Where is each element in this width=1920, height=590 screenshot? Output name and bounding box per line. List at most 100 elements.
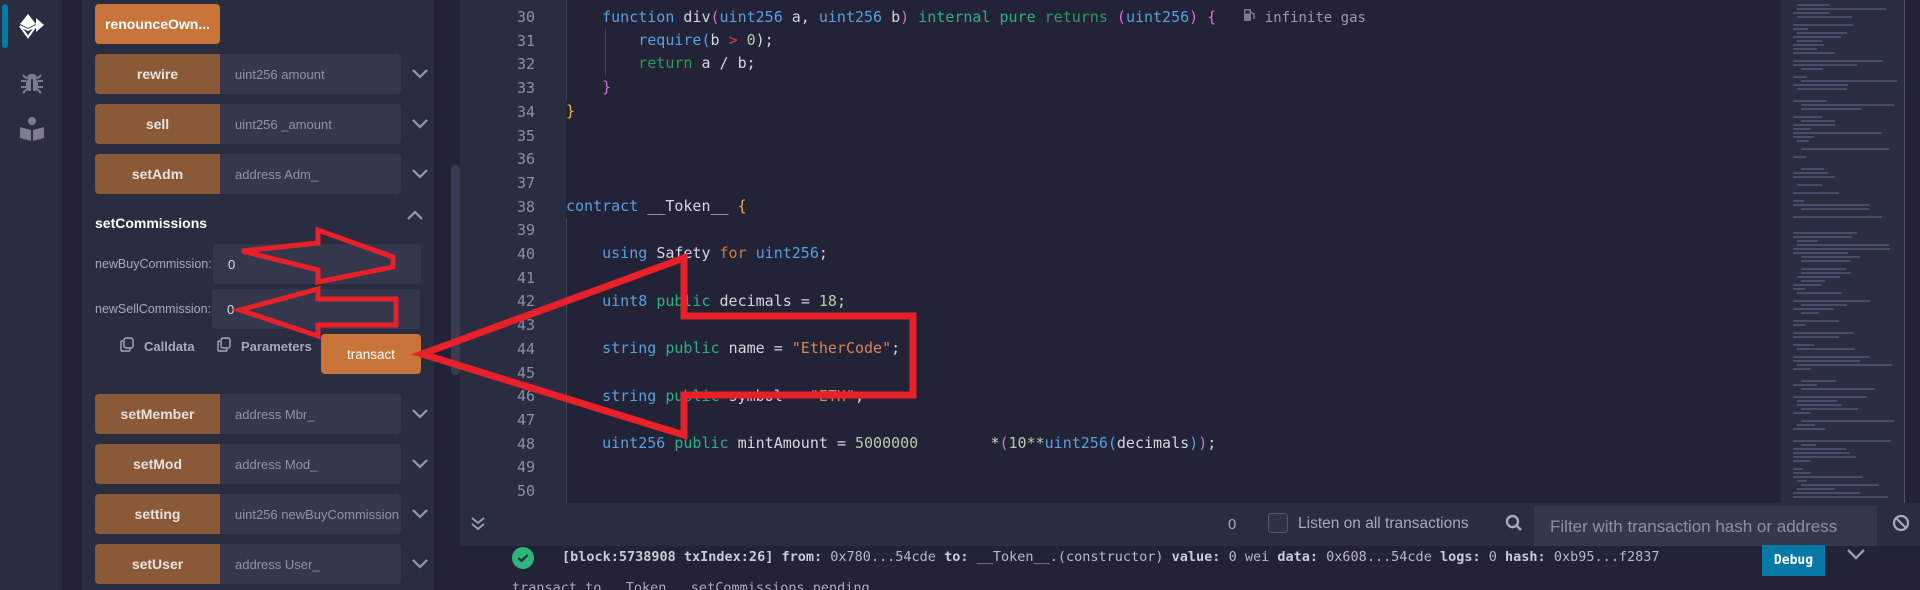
minimap-line bbox=[1793, 236, 1852, 238]
chevron-down-icon[interactable] bbox=[401, 494, 439, 534]
minimap-line bbox=[1793, 132, 1882, 134]
minimap-line bbox=[1797, 292, 1842, 294]
minimap-line bbox=[1793, 84, 1848, 86]
line-number: 46 bbox=[516, 387, 535, 406]
line-number: 36 bbox=[516, 150, 535, 169]
chevron-down-icon[interactable] bbox=[401, 394, 439, 434]
listen-all-label: Listen on all transactions bbox=[1298, 515, 1469, 532]
debug-button[interactable]: Debug bbox=[1762, 545, 1825, 576]
setuser-button[interactable]: setUser bbox=[95, 544, 220, 584]
minimap-line bbox=[1793, 456, 1856, 458]
setadm-input[interactable]: address Adm_ bbox=[220, 154, 401, 194]
minimap-line bbox=[1801, 268, 1847, 270]
minimap-line bbox=[1801, 108, 1861, 110]
setmember-button[interactable]: setMember bbox=[95, 394, 220, 434]
minimap-line bbox=[1793, 12, 1829, 14]
listen-all-checkbox[interactable] bbox=[1268, 513, 1288, 533]
setmod-button[interactable]: setMod bbox=[95, 444, 220, 484]
minimap-line bbox=[1793, 284, 1821, 286]
tx-log-line[interactable]: [block:5738908 txIndex:26] from: 0x780..… bbox=[562, 549, 1659, 565]
search-icon[interactable] bbox=[1505, 514, 1523, 537]
minimap-line bbox=[1797, 240, 1818, 242]
line-number: 37 bbox=[516, 173, 535, 192]
minimap-line bbox=[1793, 440, 1891, 442]
setuser-input[interactable]: address User_ bbox=[220, 544, 401, 584]
minimap-line bbox=[1793, 368, 1811, 370]
minimap-line bbox=[1797, 140, 1810, 142]
function-row-setmember: setMember address Mbr_ bbox=[95, 394, 440, 434]
chevron-down-icon[interactable] bbox=[401, 54, 439, 94]
minimap-line bbox=[1797, 40, 1823, 42]
chevron-down-icon[interactable] bbox=[401, 544, 439, 584]
minimap-line bbox=[1801, 312, 1819, 314]
setting-input[interactable]: uint256 newBuyCommission bbox=[220, 494, 401, 534]
sell-input[interactable]: uint256 _amount bbox=[220, 104, 401, 144]
minimap-line bbox=[1793, 496, 1889, 498]
minimap-line bbox=[1793, 492, 1860, 494]
book-reader-icon[interactable] bbox=[16, 113, 48, 145]
minimap-line bbox=[1793, 320, 1840, 322]
line-number: 45 bbox=[516, 363, 535, 382]
minimap-line bbox=[1793, 60, 1883, 62]
rewire-button[interactable]: rewire bbox=[95, 54, 220, 94]
function-row-setuser: setUser address User_ bbox=[95, 544, 440, 584]
bug-icon[interactable] bbox=[16, 66, 48, 98]
function-row-rewire: rewire uint256 amount bbox=[95, 54, 440, 94]
sell-button[interactable]: sell bbox=[95, 104, 220, 144]
minimap-line bbox=[1793, 176, 1835, 178]
line-number: 32 bbox=[516, 55, 535, 74]
minimap-line bbox=[1793, 384, 1818, 386]
renounceownership-button[interactable]: renounceOwn... bbox=[95, 4, 220, 44]
minimap-line bbox=[1793, 344, 1815, 346]
function-row-renounceownership: renounceOwn... bbox=[95, 4, 440, 44]
collapse-terminal-icon[interactable] bbox=[470, 515, 486, 538]
rewire-input[interactable]: uint256 amount bbox=[220, 54, 401, 94]
minimap-line bbox=[1793, 476, 1864, 478]
setadm-button[interactable]: setAdm bbox=[95, 154, 220, 194]
code-line-48: uint256 public mintAmount = 5000000 *(10… bbox=[602, 434, 1217, 452]
pending-tx-line: transact to __Token__.setCommissions pen… bbox=[512, 580, 903, 590]
minimap-line bbox=[1793, 472, 1811, 474]
minimap-line bbox=[1793, 332, 1853, 334]
chevron-down-icon[interactable] bbox=[401, 154, 439, 194]
minimap-line bbox=[1793, 136, 1815, 138]
minimap-line bbox=[1801, 148, 1890, 150]
minimap-line bbox=[1793, 216, 1883, 218]
minimap-line bbox=[1801, 168, 1825, 170]
chevron-down-icon[interactable] bbox=[401, 444, 439, 484]
setmod-input[interactable]: address Mod_ bbox=[220, 444, 401, 484]
line-number: 44 bbox=[516, 339, 535, 358]
minimap-line bbox=[1793, 76, 1808, 78]
pending-tx-count: 0 bbox=[1228, 516, 1237, 533]
setting-button[interactable]: setting bbox=[95, 494, 220, 534]
ethereum-deploy-icon[interactable] bbox=[16, 10, 48, 42]
copy-parameters-button[interactable]: Parameters bbox=[217, 337, 312, 355]
minimap-line bbox=[1801, 208, 1869, 210]
minimap-line bbox=[1793, 448, 1847, 450]
chevron-up-icon[interactable] bbox=[400, 200, 430, 230]
new-sell-commission-input[interactable]: 0 bbox=[212, 289, 420, 329]
minimap-line bbox=[1793, 116, 1823, 118]
minimap-line bbox=[1793, 288, 1805, 290]
code-line-30: function div(uint256 a, uint256 b) inter… bbox=[602, 8, 1366, 26]
panel-scrollbar[interactable] bbox=[451, 165, 460, 375]
code-minimap[interactable] bbox=[1781, 0, 1905, 503]
minimap-line bbox=[1793, 396, 1867, 398]
setmember-input[interactable]: address Mbr_ bbox=[220, 394, 401, 434]
chevron-down-icon[interactable] bbox=[401, 104, 439, 144]
line-number: 31 bbox=[516, 31, 535, 50]
clear-console-icon[interactable] bbox=[1892, 514, 1910, 537]
new-buy-commission-input[interactable]: 0 bbox=[213, 244, 421, 284]
chevron-down-icon[interactable] bbox=[1846, 548, 1866, 566]
code-editor[interactable]: 30 31 32 33 34 35 36 37 38 39 40 41 42 43 44 45 46 47 48 49… bbox=[460, 0, 1920, 503]
transact-button[interactable]: transact bbox=[321, 334, 421, 374]
new-buy-commission-label: newBuyCommission: bbox=[95, 257, 212, 271]
minimap-line bbox=[1797, 16, 1852, 18]
copy-calldata-button[interactable]: Calldata bbox=[120, 337, 195, 355]
minimap-line bbox=[1793, 192, 1840, 194]
transaction-filter-input[interactable]: Filter with transaction hash or address bbox=[1533, 505, 1878, 549]
minimap-line bbox=[1801, 260, 1851, 262]
minimap-line bbox=[1793, 452, 1850, 454]
function-row-sell: sell uint256 _amount bbox=[95, 104, 440, 144]
gas-pump-icon bbox=[1243, 9, 1256, 26]
